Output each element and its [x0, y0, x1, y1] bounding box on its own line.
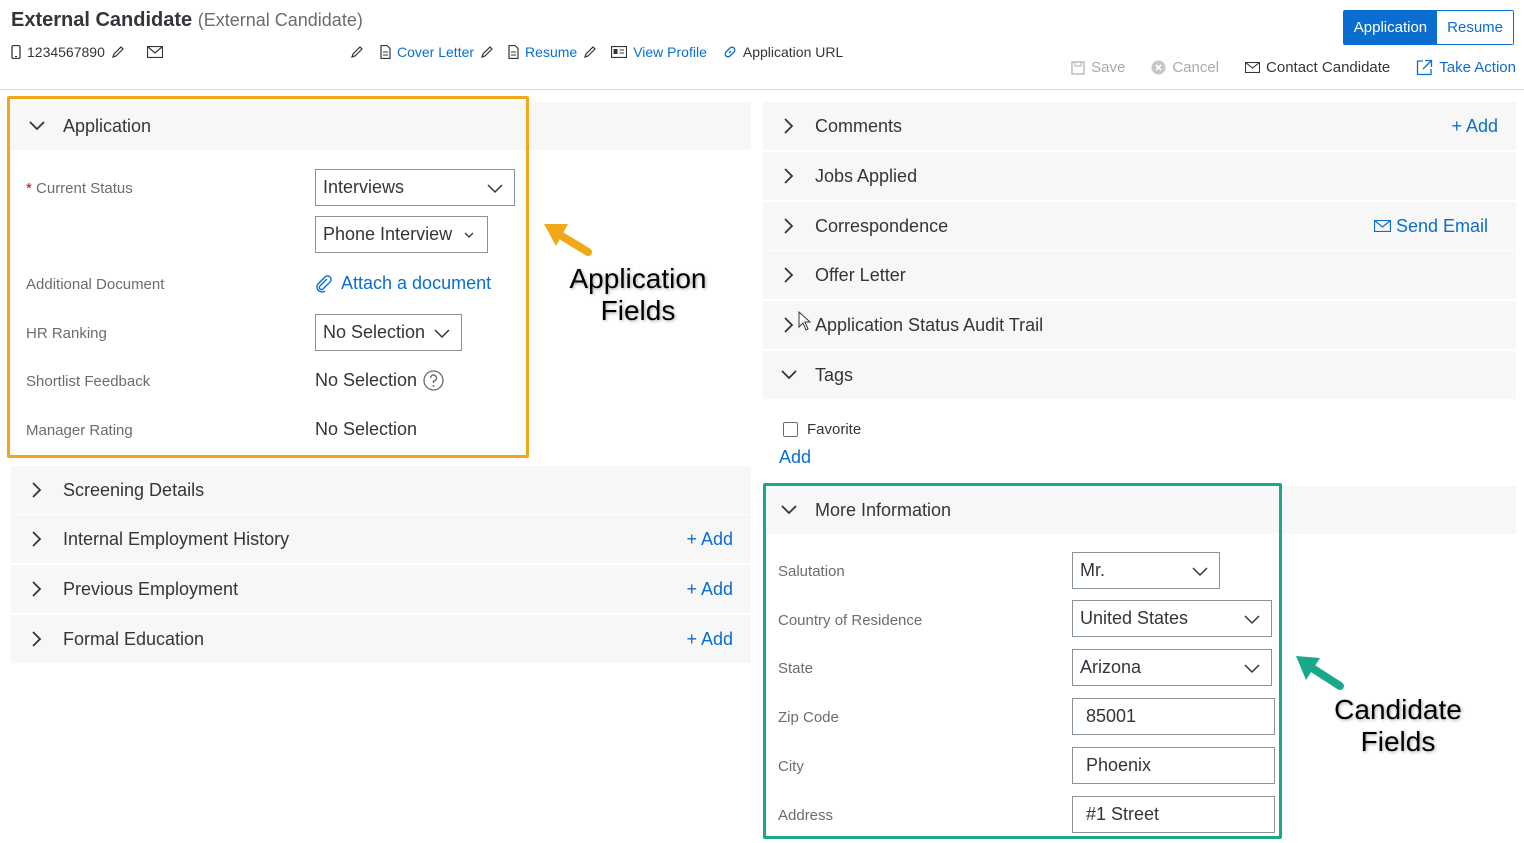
phone-icon — [11, 45, 21, 59]
contact-candidate-label: Contact Candidate — [1266, 59, 1391, 76]
application-fields-highlight — [7, 96, 529, 458]
panel-application-status-audit-trail[interactable]: Application Status Audit Trail — [763, 301, 1516, 349]
take-action-button[interactable]: Take Action — [1416, 59, 1516, 76]
save-icon — [1071, 60, 1085, 75]
panel-title: Application Status Audit Trail — [815, 314, 1044, 335]
panel-title: Offer Letter — [815, 264, 906, 285]
cancel-button[interactable]: Cancel — [1151, 59, 1219, 76]
favorite-label: Favorite — [807, 421, 862, 438]
panel-formal-education[interactable]: Formal Education + Add — [11, 615, 751, 663]
panel-tags[interactable]: Tags — [763, 351, 1516, 399]
page-title: External Candidate (External Candidate) — [11, 9, 363, 32]
panel-offer-letter[interactable]: Offer Letter — [763, 251, 1516, 299]
chevron-right-icon — [769, 267, 809, 283]
application-url-link[interactable]: Application URL — [743, 44, 843, 60]
add-tag-link[interactable]: Add — [779, 447, 811, 468]
mail-icon — [1373, 220, 1391, 232]
candidate-fields-highlight — [763, 483, 1282, 839]
orange-arrow-icon — [544, 224, 592, 256]
panel-title: Comments — [815, 115, 903, 136]
take-action-label: Take Action — [1439, 59, 1516, 76]
send-email-button[interactable]: Send Email — [1373, 215, 1488, 237]
contact-row: 1234567890 — [11, 44, 163, 60]
candidate-type: (External Candidate) — [197, 10, 363, 30]
mouse-cursor-icon — [798, 311, 812, 331]
panel-title: Jobs Applied — [815, 165, 918, 186]
view-toggle: Application Resume — [1342, 10, 1514, 45]
view-profile-link[interactable]: View Profile — [633, 44, 707, 60]
application-fields-callout: Application Fields — [569, 263, 707, 326]
panel-title: Internal Employment History — [63, 528, 290, 549]
panel-comments[interactable]: Comments + Add — [763, 102, 1516, 150]
email-icon[interactable] — [146, 46, 163, 58]
phone-number: 1234567890 — [27, 44, 105, 60]
panel-title: Previous Employment — [63, 578, 239, 599]
application-view-button[interactable]: Application — [1343, 11, 1438, 44]
candidate-name: External Candidate — [11, 9, 193, 31]
edit-resume-icon[interactable] — [583, 45, 597, 59]
add-comment-button[interactable]: + Add — [1451, 116, 1498, 137]
edit-icon[interactable] — [350, 45, 364, 59]
chevron-right-icon — [17, 482, 57, 498]
mail-icon — [1245, 62, 1261, 73]
header-actions: Save Cancel Contact Candidate Take Actio… — [1071, 59, 1516, 76]
cancel-icon — [1151, 60, 1166, 75]
panel-title: Formal Education — [63, 628, 205, 649]
candidate-fields-callout: Candidate Fields — [1334, 694, 1462, 757]
save-label: Save — [1091, 59, 1126, 76]
add-previous-employment-button[interactable]: + Add — [686, 579, 733, 600]
contact-candidate-button[interactable]: Contact Candidate — [1245, 59, 1390, 76]
edit-phone-icon[interactable] — [111, 45, 125, 59]
profile-card-icon — [611, 46, 628, 58]
chevron-right-icon — [17, 631, 57, 647]
chevron-right-icon — [769, 218, 809, 234]
chevron-down-icon — [769, 370, 809, 380]
panel-title: Tags — [815, 364, 854, 385]
cancel-label: Cancel — [1172, 59, 1220, 76]
panel-screening-details[interactable]: Screening Details — [11, 466, 751, 514]
favorite-checkbox[interactable] — [783, 422, 798, 437]
object-header: External Candidate (External Candidate) … — [0, 0, 1524, 90]
favorite-tag: Favorite — [783, 421, 861, 438]
document-icon — [380, 45, 391, 59]
green-arrow-icon — [1296, 656, 1344, 690]
document-links: Cover Letter Resume View Profile Applica… — [350, 44, 843, 60]
chevron-right-icon — [17, 531, 57, 547]
chevron-right-icon — [769, 118, 809, 134]
edit-cover-letter-icon[interactable] — [480, 45, 494, 59]
panel-title: Correspondence — [815, 215, 949, 236]
panel-title: Screening Details — [63, 479, 205, 500]
cover-letter-link[interactable]: Cover Letter — [397, 44, 474, 60]
panel-internal-employment-history[interactable]: Internal Employment History + Add — [11, 515, 751, 563]
chevron-right-icon — [769, 168, 809, 184]
panel-correspondence[interactable]: Correspondence Send Email — [763, 202, 1516, 250]
add-internal-employment-button[interactable]: + Add — [686, 529, 733, 550]
chevron-right-icon — [17, 581, 57, 597]
save-button[interactable]: Save — [1071, 59, 1125, 76]
external-action-icon — [1416, 59, 1433, 76]
add-formal-education-button[interactable]: + Add — [686, 629, 733, 650]
panel-jobs-applied[interactable]: Jobs Applied — [763, 152, 1516, 200]
resume-view-button[interactable]: Resume — [1437, 11, 1513, 44]
resume-link[interactable]: Resume — [525, 44, 577, 60]
resume-document-icon — [508, 45, 519, 59]
panel-previous-employment[interactable]: Previous Employment + Add — [11, 565, 751, 613]
link-icon — [723, 45, 737, 59]
send-email-label: Send Email — [1395, 215, 1488, 236]
